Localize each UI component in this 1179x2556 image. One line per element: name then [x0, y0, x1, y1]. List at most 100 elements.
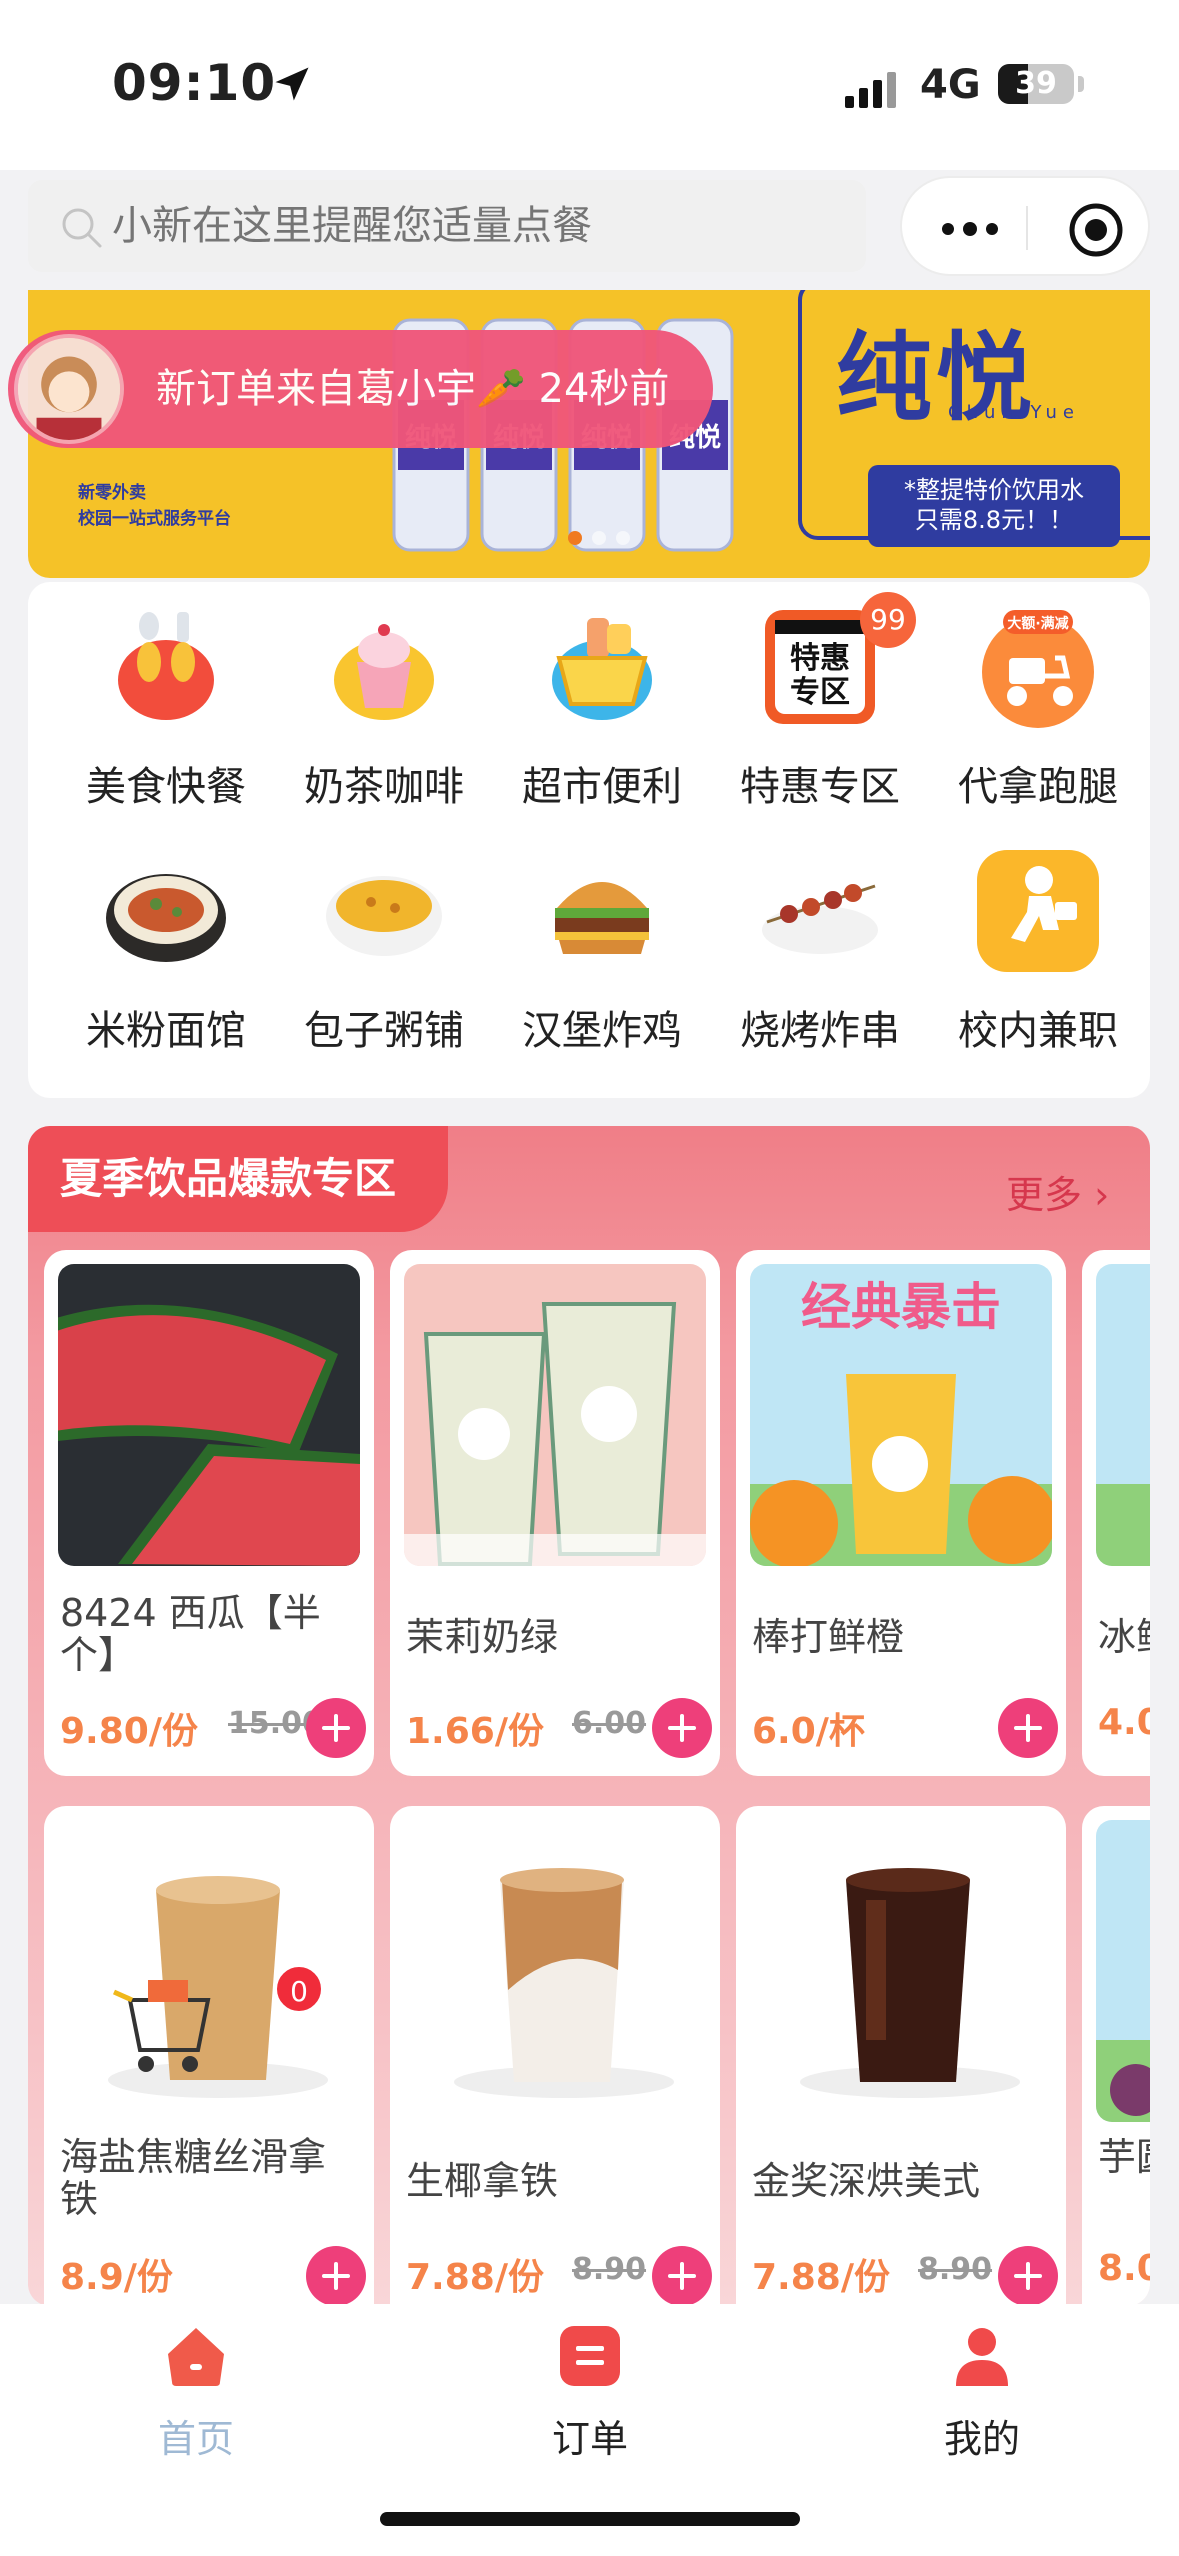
category-item-errand[interactable]: 大额·满减 代拿跑腿: [940, 592, 1136, 812]
battery-tip: [1078, 76, 1084, 92]
special-offer-icon-text-2: 专区: [790, 675, 850, 710]
tab-orders[interactable]: 订单: [440, 2304, 740, 2504]
status-bar: 09:10 4G 39: [0, 0, 1179, 170]
category-item-noodles[interactable]: 米粉面馆: [68, 836, 264, 1056]
scooter-icon: 大额·满减: [982, 610, 1094, 728]
product-name: 海盐焦糖丝滑拿铁: [60, 2135, 327, 2221]
category-item-parttime[interactable]: 校内兼职: [940, 836, 1136, 1056]
tab-label: 订单: [551, 2417, 628, 2461]
location-arrow-icon: [275, 67, 309, 101]
miniapp-capsule: [900, 176, 1150, 276]
product-card[interactable]: 茉莉奶绿 1.66/份 6.00: [390, 1250, 720, 1776]
tab-profile[interactable]: 我的: [832, 2304, 1132, 2504]
product-name: 8424 西瓜【半个】: [60, 1591, 321, 1677]
product-card[interactable]: 8424 西瓜【半个】 9.80/份 15.00: [44, 1250, 374, 1776]
banner-slogan-line1: 新零外卖: [78, 483, 146, 503]
product-name: 金奖深烘美式: [752, 2159, 981, 2203]
search-icon: [62, 208, 102, 248]
product-price: 6.0/杯: [752, 1711, 865, 1752]
product-card[interactable]: 金奖深烘美式 7.88/份 8.90: [736, 1806, 1066, 2306]
banner-promo: *整提特价饮用水 只需8.8元！！: [868, 465, 1120, 547]
add-to-cart-button[interactable]: [998, 2246, 1058, 2306]
category-label: 奶茶咖啡: [304, 764, 464, 810]
add-to-cart-button[interactable]: [998, 1698, 1058, 1758]
new-order-notice: 新订单来自葛小宇🥕 24秒前: [8, 330, 713, 448]
product-image-coconut-latte: [404, 1820, 706, 2122]
noodle-bowl-icon: [106, 874, 226, 962]
product-name: 棒打鲜橙: [752, 1615, 905, 1659]
add-to-cart-button[interactable]: [652, 1698, 712, 1758]
product-card-partial[interactable]: 冰鲜 4.0: [1082, 1250, 1150, 1776]
category-label: 代拿跑腿: [958, 764, 1118, 810]
product-name: 茉莉奶绿: [406, 1615, 559, 1659]
product-card-partial[interactable]: 芋圆版) 8.0: [1082, 1806, 1150, 2306]
product-card[interactable]: 0 海盐焦糖丝滑拿铁 8.9/份: [44, 1806, 374, 2306]
product-price: 7.88/份: [406, 2257, 544, 2298]
section-title: 夏季饮品爆款专区: [28, 1126, 448, 1232]
carousel-dot-active: [568, 531, 582, 545]
order-icon: [560, 2326, 620, 2386]
more-options-icon[interactable]: [940, 222, 1000, 236]
product-price: 7.88/份: [752, 2257, 890, 2298]
tab-label: 首页: [157, 2417, 234, 2461]
user-icon: [956, 2328, 1008, 2386]
product-original-price: 6.00: [572, 1706, 647, 1741]
skewer-icon: [762, 884, 878, 954]
product-name: 生椰拿铁: [406, 2159, 559, 2203]
product-name: 芋圆版): [1098, 2135, 1150, 2179]
battery-percent: 39: [1015, 66, 1057, 101]
tab-label: 我的: [943, 2417, 1020, 2461]
summer-drinks-section: 夏季饮品爆款专区 更多 › 8424 西瓜【半个】 9.80/份 15.00 茉…: [28, 1126, 1150, 2306]
signal-icon: [845, 72, 896, 108]
category-item-porridge[interactable]: 包子粥铺: [286, 836, 482, 1056]
category-item-special-offer[interactable]: 特惠 专区 99 特惠专区: [722, 592, 918, 812]
product-original-price: 8.90: [918, 2252, 993, 2287]
product-price: 1.66/份: [406, 1711, 544, 1752]
ice-cream-cup-icon: [334, 624, 434, 720]
capsule-divider: [1026, 206, 1028, 250]
product-image-watermelon: [58, 1264, 360, 1566]
product-image-americano: [750, 1820, 1052, 2122]
product-price: 4.0: [1098, 1702, 1150, 1743]
banner-slogan: 新零外卖 校园一站式服务平台: [78, 480, 231, 532]
category-item-tea-coffee[interactable]: 奶茶咖啡: [286, 592, 482, 812]
notice-text: 新订单来自葛小宇🥕 24秒前: [156, 366, 670, 412]
product-image-partial: [1096, 1264, 1150, 1566]
shopping-basket-icon: [552, 618, 652, 720]
category-label: 汉堡炸鸡: [522, 1008, 682, 1054]
carousel-dot: [592, 531, 606, 545]
more-link[interactable]: 更多 ›: [1006, 1164, 1109, 1219]
app-root: 09:10 4G 39 纯悦: [0, 0, 1179, 2556]
banner-promo-line1: *整提特价饮用水: [904, 476, 1084, 504]
status-time: 09:10: [112, 54, 277, 112]
battery-icon: 39: [998, 64, 1074, 104]
category-label: 校内兼职: [958, 1008, 1118, 1054]
add-to-cart-button[interactable]: [306, 2246, 366, 2306]
category-label: 包子粥铺: [304, 1008, 464, 1054]
search-input[interactable]: [112, 180, 832, 272]
banner-promo-line2: 只需8.8元！！: [914, 506, 1074, 534]
category-item-supermarket[interactable]: 超市便利: [504, 592, 700, 812]
product-price: 8.9/份: [60, 2257, 173, 2298]
category-item-food[interactable]: 美食快餐: [68, 592, 264, 812]
porridge-bowl-icon: [326, 876, 442, 956]
product-card[interactable]: 经典暴击 棒打鲜橙 6.0/杯: [736, 1250, 1066, 1776]
add-to-cart-button[interactable]: [652, 2246, 712, 2306]
fork-spoon-icon: [118, 612, 214, 720]
search-bar[interactable]: [28, 180, 866, 272]
home-indicator: [380, 2512, 800, 2526]
close-miniapp-icon[interactable]: [1068, 202, 1124, 258]
product-image-partial: [1096, 1820, 1150, 2122]
carousel-dot: [616, 531, 630, 545]
product-card[interactable]: 生椰拿铁 7.88/份 8.90: [390, 1806, 720, 2306]
category-item-bbq[interactable]: 烧烤炸串: [722, 836, 918, 1056]
product-price: 9.80/份: [60, 1711, 198, 1752]
category-label: 美食快餐: [86, 764, 246, 810]
cart-count-badge: 0: [274, 1964, 324, 2014]
category-item-burger[interactable]: 汉堡炸鸡: [504, 836, 700, 1056]
carousel-dots: [568, 530, 640, 549]
product-name: 冰鲜: [1098, 1615, 1150, 1659]
tab-home[interactable]: 首页: [46, 2304, 346, 2504]
special-offer-icon-text-1: 特惠: [790, 641, 850, 676]
add-to-cart-button[interactable]: [306, 1698, 366, 1758]
